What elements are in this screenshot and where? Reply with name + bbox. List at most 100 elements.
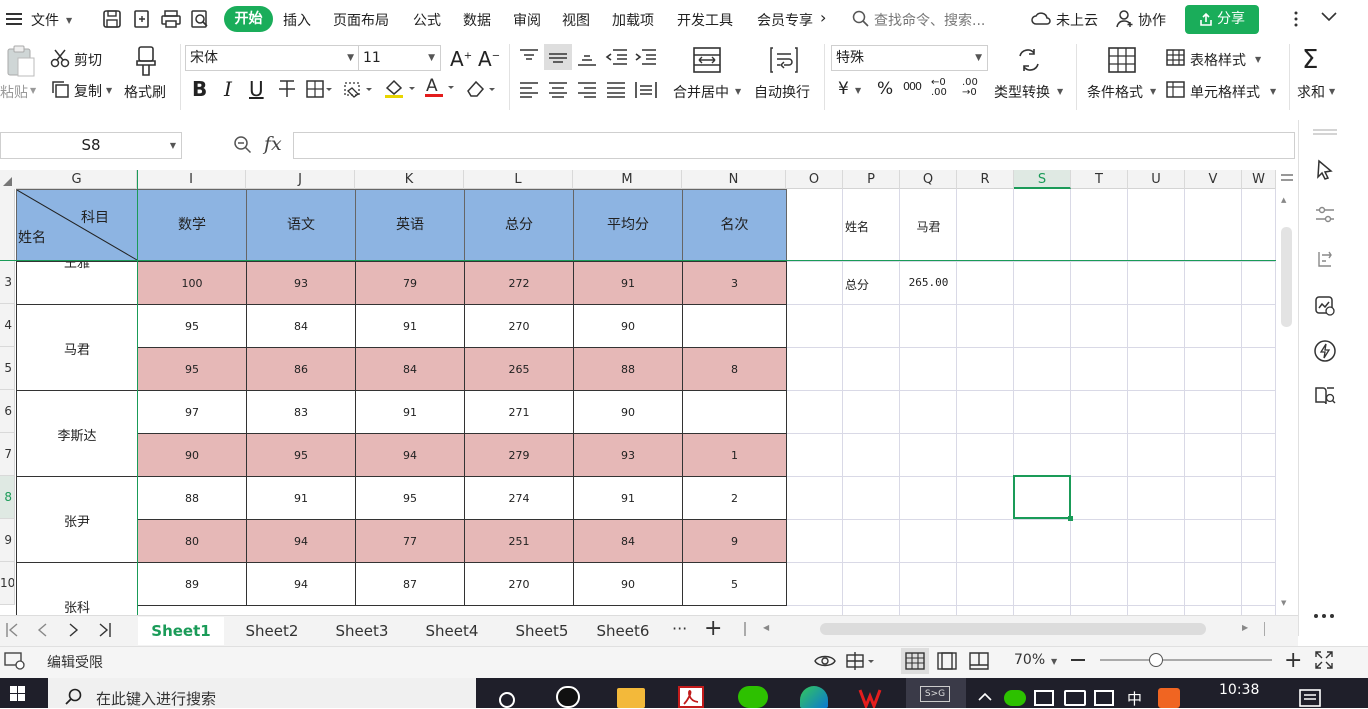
header-cell-subject[interactable]: 英语 <box>355 189 465 261</box>
sheet-tab-3[interactable]: Sheet3 <box>320 617 404 645</box>
sheet-tab-2[interactable]: Sheet2 <box>230 617 314 645</box>
properties-sliders-icon[interactable] <box>1314 204 1336 226</box>
table-cell[interactable]: 91 <box>355 390 465 434</box>
qq-app-icon[interactable] <box>556 686 580 708</box>
copy-dropdown-icon[interactable]: ▼ <box>106 86 112 95</box>
paste-icon[interactable] <box>4 44 38 78</box>
search-icon[interactable] <box>852 10 870 28</box>
tab-review[interactable]: 审阅 <box>513 10 541 30</box>
name-cell[interactable]: 马君 <box>16 304 138 391</box>
sum-dropdown-icon[interactable]: ▼ <box>1329 87 1335 96</box>
column-header-w[interactable]: W <box>1242 170 1276 189</box>
conditional-format-icon[interactable] <box>1107 46 1137 74</box>
file-explorer-icon[interactable] <box>617 688 645 708</box>
diagonal-header-cell[interactable]: 科目 姓名 <box>16 189 138 261</box>
format-painter-icon[interactable] <box>131 45 161 77</box>
header-cell-subject[interactable]: 平均分 <box>573 189 683 261</box>
table-style-button[interactable]: 表格样式 <box>1190 50 1246 70</box>
table-cell[interactable]: 94 <box>246 562 356 606</box>
scroll-up-icon[interactable]: ▲ <box>1281 196 1286 204</box>
scroll-right-icon[interactable]: ▶ <box>1242 623 1248 632</box>
panel-grip-icon[interactable] <box>1312 128 1338 136</box>
table-cell[interactable]: 83 <box>246 390 356 434</box>
panel-more-icon[interactable] <box>1313 612 1335 620</box>
edit-restricted-status[interactable]: 编辑受限 <box>47 652 103 672</box>
table-cell[interactable]: 93 <box>246 261 356 305</box>
table-cell[interactable] <box>682 304 787 348</box>
fx-icon[interactable]: fx <box>264 133 282 155</box>
crosshair-focus-icon[interactable] <box>845 651 875 671</box>
vertical-scrollbar[interactable]: ▲ ▼ <box>1276 189 1298 615</box>
table-cell[interactable]: 91 <box>573 261 683 305</box>
column-header-m[interactable]: M <box>573 170 682 189</box>
table-cell[interactable]: 3 <box>682 261 787 305</box>
increase-decimal-button[interactable]: ←0 .00 <box>931 78 957 98</box>
column-header-i[interactable]: I <box>137 170 246 189</box>
tab-view[interactable]: 视图 <box>562 10 590 30</box>
select-all-corner[interactable] <box>0 170 16 189</box>
row-header-3[interactable]: 3 <box>0 261 15 304</box>
table-cell[interactable]: 271 <box>464 390 574 434</box>
row-header-6[interactable]: 6 <box>0 390 15 433</box>
wrap-text-button[interactable]: 自动换行 <box>754 82 810 102</box>
table-cell[interactable]: 265 <box>464 347 574 391</box>
conditional-format-button[interactable]: 条件格式 <box>1087 82 1143 102</box>
save-icon[interactable] <box>102 9 122 29</box>
tray-network-icon[interactable] <box>1034 690 1054 706</box>
merge-dropdown-icon[interactable]: ▼ <box>735 87 741 96</box>
merge-center-icon[interactable] <box>692 46 722 74</box>
zoom-slider-thumb[interactable] <box>1149 653 1163 667</box>
tray-wechat-icon[interactable] <box>1004 690 1026 706</box>
tab-page-layout[interactable]: 页面布局 <box>333 10 389 30</box>
reader-book-icon[interactable] <box>1313 384 1337 408</box>
justify-icon[interactable] <box>605 81 627 99</box>
row-header-8[interactable]: 8 <box>0 476 15 519</box>
table-cell[interactable]: 279 <box>464 433 574 477</box>
table-cell[interactable]: 97 <box>137 390 247 434</box>
page-break-view-icon[interactable] <box>968 651 990 671</box>
borders-icon[interactable] <box>306 80 332 98</box>
scroll-down-icon[interactable]: ▼ <box>1281 599 1286 607</box>
currency-button[interactable]: ¥ <box>838 79 849 99</box>
lookup-name-value[interactable]: 马君 <box>900 218 957 235</box>
table-cell[interactable]: 2 <box>682 476 787 520</box>
table-cell[interactable]: 93 <box>573 433 683 477</box>
prev-sheet-icon[interactable] <box>36 622 48 638</box>
table-cell[interactable]: 91 <box>573 476 683 520</box>
edge-browser-icon[interactable] <box>800 686 828 708</box>
collab-user-icon[interactable] <box>1115 9 1135 29</box>
table-cell[interactable]: 79 <box>355 261 465 305</box>
tab-insert[interactable]: 插入 <box>283 10 311 30</box>
thousands-separator-button[interactable]: 000 <box>903 80 922 93</box>
more-tabs-chevron-icon[interactable]: › <box>820 8 826 27</box>
pdf-reader-icon[interactable] <box>678 686 704 708</box>
table-style-dropdown-icon[interactable]: ▼ <box>1255 55 1261 64</box>
bucket-fill-icon[interactable] <box>383 78 417 98</box>
table-cell[interactable]: 84 <box>246 304 356 348</box>
fill-color-icon[interactable] <box>344 80 374 98</box>
column-header-k[interactable]: K <box>355 170 464 189</box>
name-cell[interactable]: 李斯达 <box>16 390 138 477</box>
align-top-icon[interactable] <box>518 48 540 66</box>
table-cell[interactable]: 272 <box>464 261 574 305</box>
row-header-4[interactable]: 4 <box>0 304 15 347</box>
column-header-q[interactable]: Q <box>900 170 957 189</box>
table-cell[interactable]: 91 <box>355 304 465 348</box>
sheet-tab-4[interactable]: Sheet4 <box>410 617 494 645</box>
export-pdf-icon[interactable] <box>132 9 152 29</box>
active-app-highlight[interactable]: S>G <box>906 678 966 708</box>
conditional-format-dropdown-icon[interactable]: ▼ <box>1150 87 1156 96</box>
column-header-t[interactable]: T <box>1071 170 1128 189</box>
first-sheet-icon[interactable] <box>5 622 19 638</box>
tray-speaker-icon[interactable] <box>1094 690 1114 706</box>
sheet-tab-1[interactable]: Sheet1 <box>138 617 224 645</box>
table-cell[interactable]: 100 <box>137 261 247 305</box>
more-sheets-button[interactable]: ··· <box>672 619 687 638</box>
format-painter-button[interactable]: 格式刷 <box>124 82 166 102</box>
table-cell[interactable]: 90 <box>573 390 683 434</box>
header-cell-subject[interactable]: 名次 <box>682 189 787 261</box>
name-box[interactable]: S8 ▼ <box>0 132 182 159</box>
copy-icon[interactable] <box>50 79 70 99</box>
notifications-icon[interactable] <box>1298 688 1324 708</box>
column-header-p[interactable]: P <box>843 170 900 189</box>
